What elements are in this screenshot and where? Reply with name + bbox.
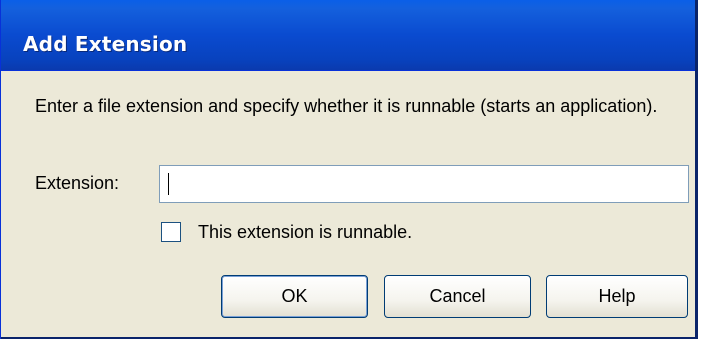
dialog-title: Add Extension — [23, 32, 188, 56]
title-bar[interactable]: Add Extension — [1, 0, 695, 71]
extension-label: Extension: — [35, 173, 120, 193]
instructions-text: Enter a file extension and specify wheth… — [35, 96, 658, 116]
text-cursor — [168, 173, 169, 195]
runnable-checkbox[interactable] — [161, 222, 181, 242]
runnable-checkbox-label[interactable]: This extension is runnable. — [198, 221, 412, 243]
cancel-button[interactable]: Cancel — [384, 275, 531, 318]
extension-input[interactable] — [159, 165, 689, 203]
ok-button[interactable]: OK — [221, 275, 368, 318]
help-button[interactable]: Help — [546, 275, 688, 318]
add-extension-dialog: Add Extension Enter a file extension and… — [0, 0, 698, 339]
